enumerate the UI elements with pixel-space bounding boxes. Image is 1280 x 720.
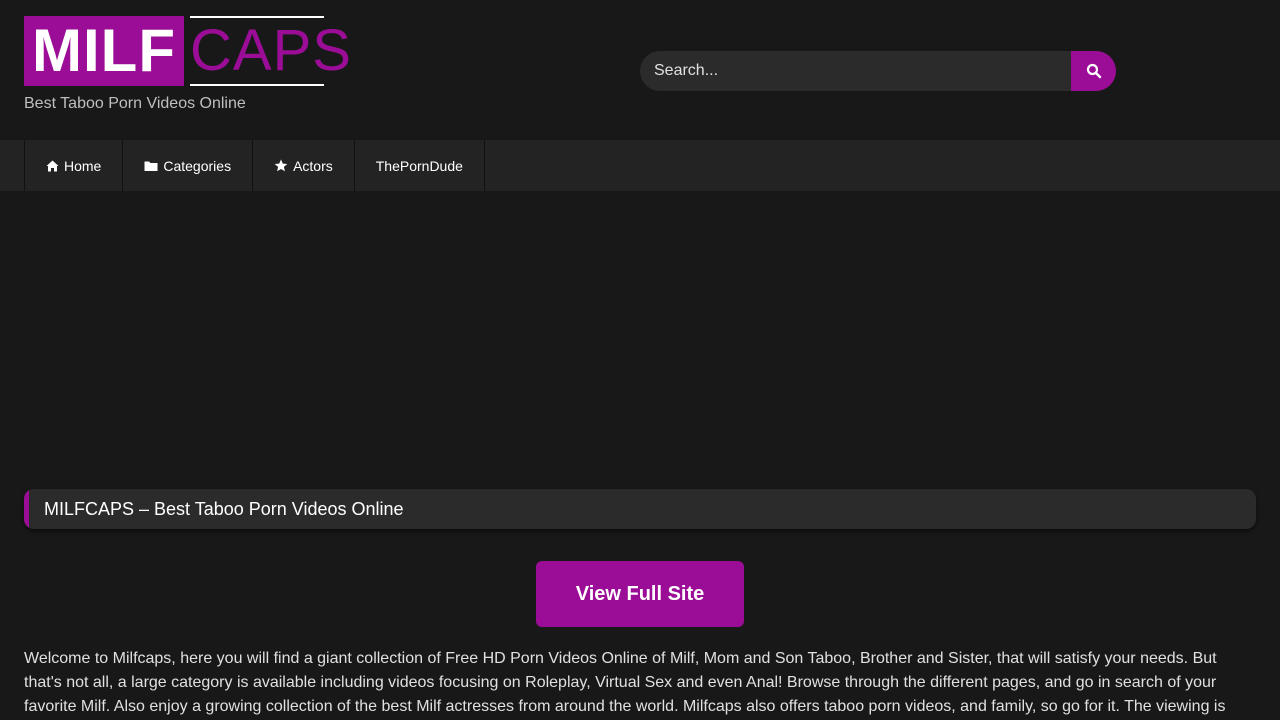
- search-bar: [640, 51, 1116, 91]
- main-nav: Home Categories Actors ThePornDude: [0, 140, 1280, 191]
- star-icon: [274, 159, 288, 172]
- search-button[interactable]: [1071, 51, 1116, 91]
- intro-text: Welcome to Milfcaps, here you will find …: [24, 650, 1226, 715]
- nav-item-home[interactable]: Home: [25, 140, 124, 191]
- nav-item-label: Categories: [163, 157, 232, 174]
- logo-text-primary: MILF: [24, 16, 184, 86]
- nav-item-label: ThePornDude: [375, 157, 463, 174]
- site-logo[interactable]: MILF CAPS: [24, 16, 351, 86]
- nav-item-label: Actors: [293, 157, 333, 174]
- page-title-bar: MILFCAPS – Best Taboo Porn Videos Online: [24, 489, 1256, 529]
- search-icon: [1086, 63, 1101, 79]
- nav-item-actors[interactable]: Actors: [253, 140, 355, 191]
- title-accent-bar: [24, 489, 29, 529]
- site-tagline: Best Taboo Porn Videos Online: [24, 95, 246, 112]
- logo-text-secondary: CAPS: [190, 16, 351, 86]
- folder-icon: [144, 161, 158, 171]
- search-input[interactable]: [640, 51, 1070, 91]
- nav-item-theporndude[interactable]: ThePornDude: [355, 140, 485, 191]
- site-header: MILF CAPS Best Taboo Porn Videos Online: [0, 0, 1280, 140]
- nav-item-label: Home: [64, 157, 102, 174]
- page-title: MILFCAPS – Best Taboo Porn Videos Online: [44, 499, 404, 519]
- home-icon: [46, 160, 59, 171]
- nav-item-categories[interactable]: Categories: [123, 140, 254, 191]
- view-full-site-button[interactable]: View Full Site: [536, 561, 744, 627]
